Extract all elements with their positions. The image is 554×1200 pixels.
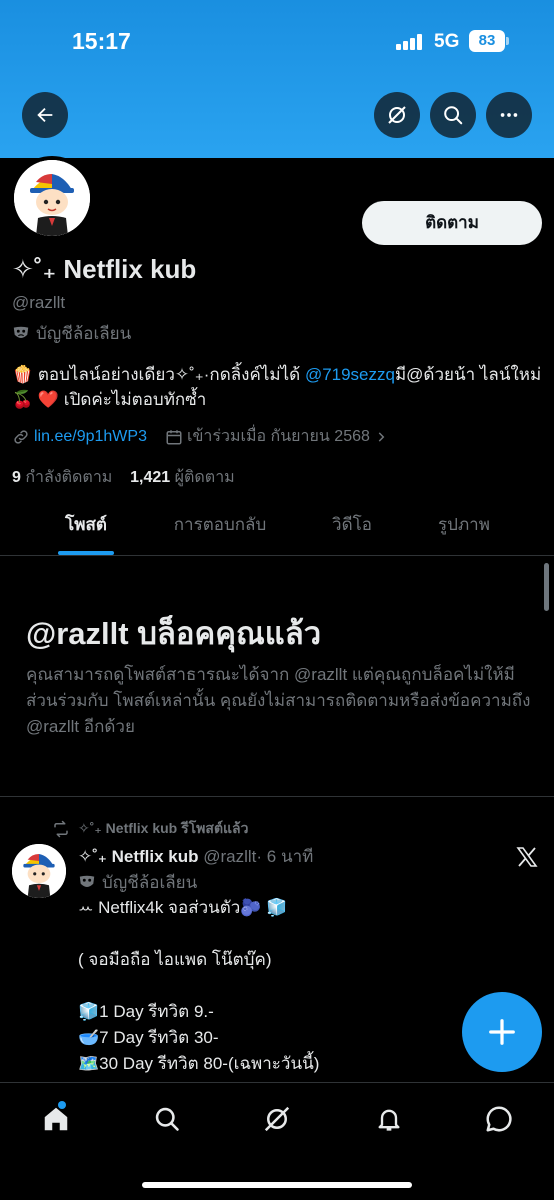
home-indicator[interactable] xyxy=(142,1182,412,1188)
scrollbar[interactable] xyxy=(544,563,549,611)
post-line: ( จอมือถือ ไอแพด โน๊ตบุ๊ค) xyxy=(78,950,272,969)
status-time: 15:17 xyxy=(72,28,131,54)
post-time: · 6 นาที xyxy=(256,847,314,866)
grok-button[interactable] xyxy=(374,92,420,138)
tab-posts[interactable]: โพสต์ xyxy=(30,500,142,556)
back-button[interactable] xyxy=(22,92,68,138)
post-author-name[interactable]: ✧˚₊ Netflix kub xyxy=(78,847,199,866)
followers-label: ผู้ติดตาม xyxy=(174,469,235,486)
post-line: 🗺️30 Day รีทวิต 80-(เฉพาะวันนี้) xyxy=(78,1054,320,1073)
post-line xyxy=(78,973,528,999)
follow-button[interactable]: ติดตาม xyxy=(362,201,542,245)
joined-date: เข้าร่วมเมื่อ กันยายน 2568 xyxy=(186,428,370,445)
more-button[interactable] xyxy=(486,92,532,138)
status-bar: 15:17 5G 83 xyxy=(0,0,554,80)
nav-notifications[interactable] xyxy=(369,1101,409,1137)
calendar-icon xyxy=(166,429,182,444)
repost-icon xyxy=(54,820,68,838)
plus-icon xyxy=(489,1019,515,1045)
avatar xyxy=(14,160,90,236)
following-label: กำลังติดตาม xyxy=(25,469,113,486)
more-horizontal-icon xyxy=(500,113,518,117)
following-count: 9 xyxy=(12,469,21,486)
nav-messages[interactable] xyxy=(479,1101,519,1137)
post-line: 🧊1 Day รีทวิต 9.- xyxy=(78,1002,214,1021)
repost-indicator: ✧˚₊ Netflix kub รีโพสต์แล้ว xyxy=(52,818,249,840)
post-parody-label: บัญชีล้อเลียน xyxy=(102,873,198,892)
search-icon xyxy=(444,106,463,125)
avatar-image xyxy=(12,844,66,898)
compose-button[interactable] xyxy=(462,992,542,1072)
nav-home[interactable] xyxy=(36,1101,76,1137)
signal-icon xyxy=(396,34,424,50)
profile-avatar[interactable] xyxy=(10,156,94,240)
tab-videos[interactable]: วิดีโอ xyxy=(306,500,398,556)
tab-replies[interactable]: การตอบกลับ xyxy=(152,500,288,556)
post-line xyxy=(78,921,528,947)
home-notification-dot xyxy=(58,1101,66,1109)
parody-label: บัญชีล้อเลียน xyxy=(36,324,132,343)
profile-meta: lin.ee/9p1hWP3 เข้าร่วมเมื่อ กันยายน 256… xyxy=(12,424,388,449)
blocked-message: คุณสามารถดูโพสต์สาธารณะได้จาก @razllt แต… xyxy=(26,665,531,736)
active-tab-indicator xyxy=(58,551,114,555)
profile-tabs: โพสต์ การตอบกลับ วิดีโอ รูปภาพ xyxy=(0,500,554,556)
search-icon xyxy=(155,1107,179,1131)
profile-handle: @razllt xyxy=(12,293,66,312)
grok-icon xyxy=(388,106,406,124)
post-body: ꕀ Netflix4k จอส่วนตัว🫐 🧊 ( จอมือถือ ไอแพ… xyxy=(78,895,528,1077)
link-icon xyxy=(14,429,28,444)
search-button[interactable] xyxy=(430,92,476,138)
display-name: ✧˚₊ Netflix kub xyxy=(12,254,197,284)
nav-grok[interactable] xyxy=(257,1101,297,1137)
tab-photos[interactable]: รูปภาพ xyxy=(416,500,512,556)
notifications-icon xyxy=(378,1109,400,1131)
bio-mention-link[interactable]: @719sezzq xyxy=(305,365,395,384)
post-parody-row: บัญชีล้อเลียน xyxy=(78,869,197,896)
battery-tip xyxy=(506,37,509,45)
blocked-title: @razllt บล็อคคุณแล้ว xyxy=(26,616,322,651)
post-header: ✧˚₊ Netflix kub @razllt· 6 นาที xyxy=(78,843,313,870)
arrow-left-icon xyxy=(37,107,53,123)
nav-search[interactable] xyxy=(147,1101,187,1137)
chevron-right-icon[interactable] xyxy=(374,430,388,444)
network-label: 5G xyxy=(434,31,460,52)
post-line: 🥣7 Day รีทวิต 30- xyxy=(78,1028,219,1047)
parody-label-row: บัญชีล้อเลียน xyxy=(12,320,131,347)
x-logo-icon xyxy=(516,847,538,867)
battery-icon: 83 xyxy=(469,30,505,52)
home-icon xyxy=(44,1107,68,1131)
parody-mask-icon xyxy=(13,326,29,338)
grok-icon xyxy=(264,1106,290,1132)
post-author-handle[interactable]: @razllt xyxy=(203,847,256,866)
repost-label: ✧˚₊ Netflix kub รีโพสต์แล้ว xyxy=(78,820,249,836)
following-stat[interactable]: 9 กำลังติดตาม xyxy=(12,469,112,486)
followers-count: 1,421 xyxy=(130,469,171,486)
post-avatar[interactable] xyxy=(12,844,66,898)
profile-link[interactable]: lin.ee/9p1hWP3 xyxy=(34,428,147,446)
avatar-image xyxy=(14,160,90,236)
messages-icon xyxy=(486,1106,512,1132)
followers-stat[interactable]: 1,421 ผู้ติดตาม xyxy=(130,469,235,486)
follow-stats: 9 กำลังติดตาม 1,421 ผู้ติดตาม xyxy=(12,465,235,490)
bio-text: 🍿 ตอบไลน์อย่างเดียว✧˚₊·กดลิ้งค์ไม่ได้ xyxy=(12,365,305,384)
post-line: ꕀ Netflix4k จอส่วนตัว🫐 🧊 xyxy=(78,898,288,917)
parody-mask-icon xyxy=(79,875,95,887)
profile-bio: 🍿 ตอบไลน์อย่างเดียว✧˚₊·กดลิ้งค์ไม่ได้ @7… xyxy=(12,362,542,412)
divider xyxy=(0,796,554,797)
